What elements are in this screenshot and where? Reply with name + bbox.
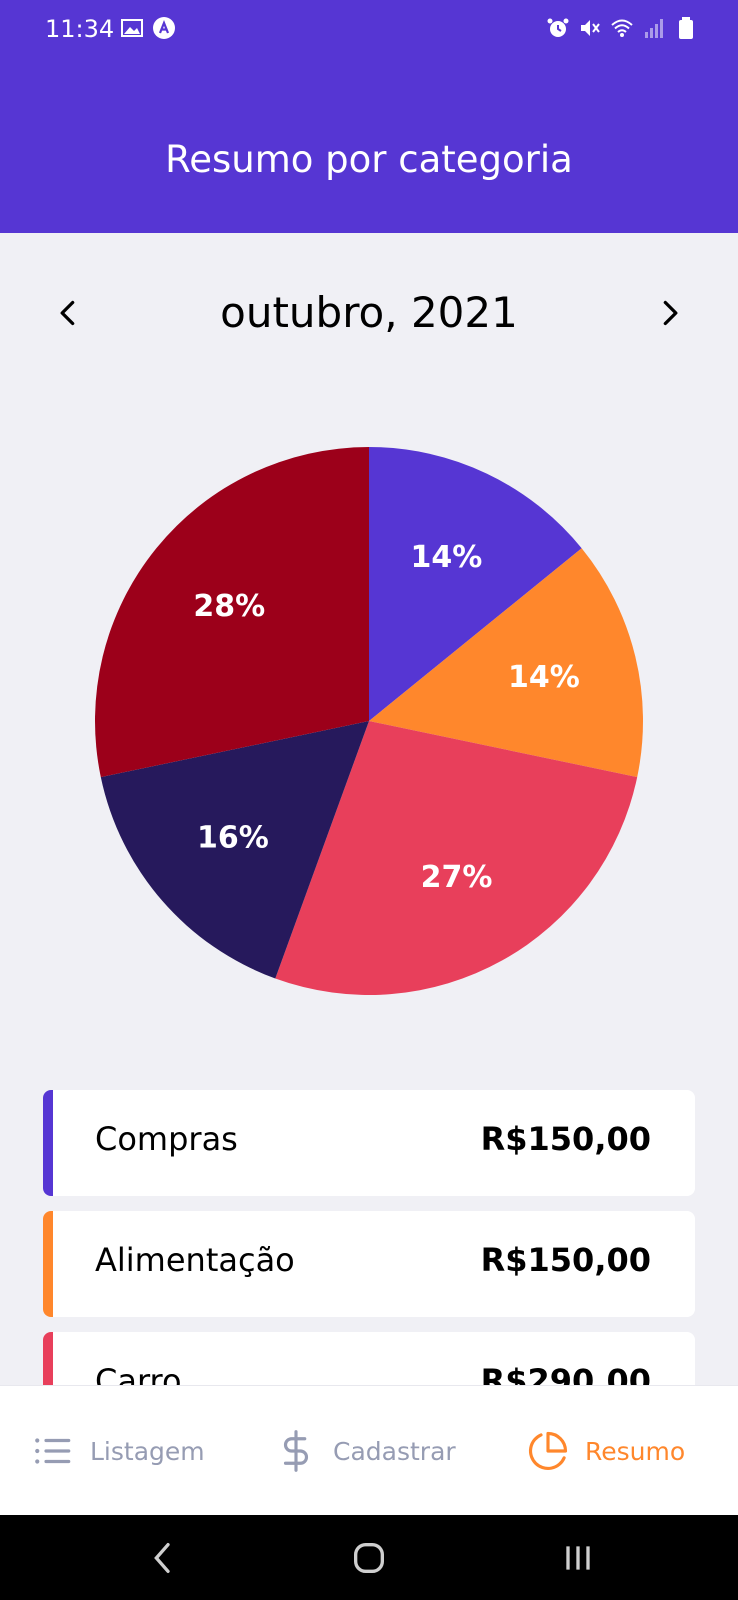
recent-apps-icon[interactable] bbox=[548, 1535, 608, 1581]
pie-slice-label: 14% bbox=[410, 540, 482, 575]
dollar-sign-icon bbox=[275, 1430, 317, 1472]
list-item[interactable]: Alimentação R$150,00 bbox=[43, 1211, 695, 1317]
pie-chart-svg: 14% 14% 27% 16% 28% bbox=[94, 446, 643, 995]
tab-label: Listagem bbox=[90, 1436, 205, 1466]
wifi-icon bbox=[610, 16, 634, 40]
list-item[interactable]: Compras R$150,00 bbox=[43, 1090, 695, 1196]
month-selector: outubro, 2021 bbox=[0, 280, 738, 350]
chevron-right-icon[interactable] bbox=[645, 288, 695, 338]
image-icon bbox=[120, 16, 144, 40]
pie-chart-icon bbox=[527, 1430, 569, 1472]
category-name: Carro bbox=[95, 1362, 182, 1385]
status-time: 11:34 bbox=[45, 15, 115, 43]
category-list: Compras R$150,00 Alimentação R$150,00 Ca… bbox=[43, 1090, 695, 1385]
category-amount: R$290,00 bbox=[480, 1362, 651, 1385]
pie-slice-label: 28% bbox=[193, 589, 265, 624]
category-color-bar bbox=[43, 1090, 53, 1196]
system-nav-bar bbox=[0, 1515, 738, 1600]
pie-slice-label: 27% bbox=[421, 860, 493, 895]
home-icon[interactable] bbox=[339, 1535, 399, 1581]
category-pie-chart: 14% 14% 27% 16% 28% bbox=[88, 440, 650, 1002]
list-item[interactable]: Carro R$290,00 bbox=[43, 1332, 695, 1385]
pie-slice-label: 16% bbox=[197, 820, 269, 855]
tab-cadastrar[interactable]: Cadastrar bbox=[275, 1424, 456, 1478]
category-name: Alimentação bbox=[95, 1241, 295, 1279]
app-header: 11:34 Resumo por categoria bbox=[0, 0, 738, 233]
battery-icon bbox=[674, 16, 698, 40]
status-bar: 11:34 bbox=[0, 0, 738, 60]
list-icon bbox=[32, 1430, 74, 1472]
tab-listagem[interactable]: Listagem bbox=[32, 1424, 205, 1478]
category-name: Compras bbox=[95, 1120, 238, 1158]
signal-icon bbox=[642, 16, 666, 40]
category-color-bar bbox=[43, 1332, 53, 1385]
category-amount: R$150,00 bbox=[480, 1120, 651, 1158]
alarm-icon bbox=[546, 16, 570, 40]
app-notification-icon bbox=[152, 16, 176, 40]
bottom-tab-bar: Listagem Cadastrar Resumo bbox=[0, 1385, 738, 1515]
mute-icon bbox=[578, 16, 602, 40]
pie-slice-label: 14% bbox=[508, 660, 580, 695]
category-color-bar bbox=[43, 1211, 53, 1317]
tab-resumo[interactable]: Resumo bbox=[527, 1424, 685, 1478]
tab-label: Resumo bbox=[585, 1436, 686, 1466]
back-icon[interactable] bbox=[133, 1535, 193, 1581]
page-title: Resumo por categoria bbox=[165, 138, 573, 181]
month-label: outubro, 2021 bbox=[220, 288, 518, 337]
category-amount: R$150,00 bbox=[480, 1241, 651, 1279]
tab-label: Cadastrar bbox=[333, 1436, 456, 1466]
